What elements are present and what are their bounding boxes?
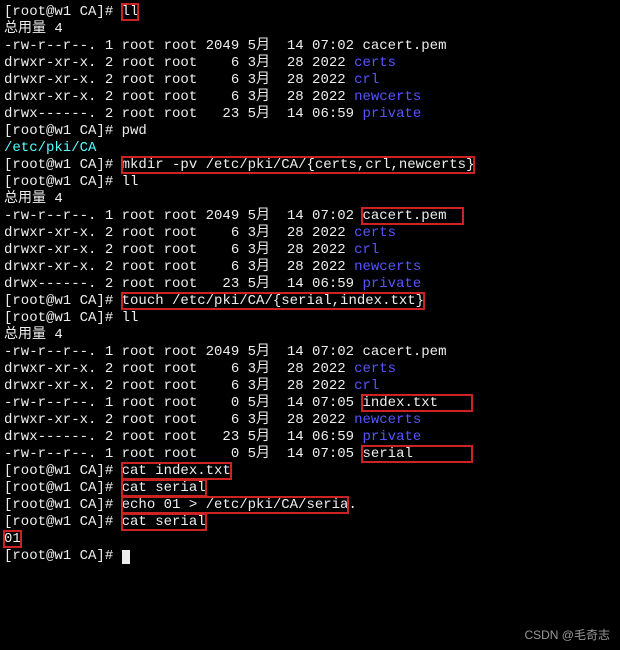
ls-row: drwxr-xr-x. 2 root root 6 3月 28 2022 cer… xyxy=(4,361,616,378)
ls-row: -rw-r--r--. 1 root root 2049 5月 14 07:02… xyxy=(4,38,616,55)
prompt-line: [root@w1 CA]# cat serial xyxy=(4,514,616,531)
file-perms: drwxr-xr-x. 2 root root 6 3月 28 2022 xyxy=(4,412,354,428)
command-extra: . xyxy=(348,497,356,513)
shell-prompt: [root@w1 CA]# xyxy=(4,480,122,496)
file-perms: drwxr-xr-x. 2 root root 6 3月 28 2022 xyxy=(4,225,354,241)
ls-row: -rw-r--r--. 1 root root 2049 5月 14 07:02… xyxy=(4,208,616,225)
file-name: crl xyxy=(354,242,379,258)
ls-row: drwx------. 2 root root 23 5月 14 06:59 p… xyxy=(4,429,616,446)
file-perms: -rw-r--r--. 1 root root 0 5月 14 07:05 xyxy=(4,395,362,411)
shell-prompt: [root@w1 CA]# xyxy=(4,548,122,564)
file-name: certs xyxy=(354,361,396,377)
file-perms: drwxr-xr-x. 2 root root 6 3月 28 2022 xyxy=(4,89,354,105)
cursor[interactable] xyxy=(122,550,130,564)
shell-prompt: [root@w1 CA]# xyxy=(4,514,122,530)
prompt-line: [root@w1 CA]# xyxy=(4,548,616,565)
file-perms: drwx------. 2 root root 23 5月 14 06:59 xyxy=(4,106,362,122)
file-perms: drwx------. 2 root root 23 5月 14 06:59 xyxy=(4,429,362,445)
cmd-touch[interactable]: touch /etc/pki/CA/{serial,index.txt} xyxy=(122,293,424,309)
file-perms: -rw-r--r--. 1 root root 2049 5月 14 07:02 xyxy=(4,208,362,224)
file-name: newcerts xyxy=(354,89,421,105)
prompt-line: [root@w1 CA]# cat serial xyxy=(4,480,616,497)
prompt-line: [root@w1 CA]# cat index.txt xyxy=(4,463,616,480)
file-name: private xyxy=(362,429,421,445)
file-name: certs xyxy=(354,225,396,241)
ls-row: drwx------. 2 root root 23 5月 14 06:59 p… xyxy=(4,106,616,123)
ls-row: drwxr-xr-x. 2 root root 6 3月 28 2022 crl xyxy=(4,378,616,395)
file-perms: drwxr-xr-x. 2 root root 6 3月 28 2022 xyxy=(4,55,354,71)
ls-row: drwxr-xr-x. 2 root root 6 3月 28 2022 cer… xyxy=(4,55,616,72)
file-name: crl xyxy=(354,72,379,88)
ls-row: -rw-r--r--. 1 root root 0 5月 14 07:05 se… xyxy=(4,446,616,463)
cmd-mkdir[interactable]: mkdir -pv /etc/pki/CA/{certs,crl,newcert… xyxy=(122,157,475,173)
cmd-cat-serial[interactable]: cat serial xyxy=(122,514,206,530)
file-perms: -rw-r--r--. 1 root root 2049 5月 14 07:02 xyxy=(4,344,362,360)
file-name: certs xyxy=(354,55,396,71)
total-label: 总用量 4 xyxy=(4,21,63,37)
cmd-ll[interactable]: ll xyxy=(122,4,139,20)
ls-row: drwxr-xr-x. 2 root root 6 3月 28 2022 cer… xyxy=(4,225,616,242)
file-name: private xyxy=(362,106,421,122)
cmd-echo-serial[interactable]: echo 01 > /etc/pki/CA/seria xyxy=(122,497,349,513)
ls-row: -rw-r--r--. 1 root root 0 5月 14 07:05 in… xyxy=(4,395,616,412)
terminal-output: [root@w1 CA]# ll总用量 4-rw-r--r--. 1 root … xyxy=(4,4,616,565)
file-perms: -rw-r--r--. 1 root root 2049 5月 14 07:02 xyxy=(4,38,362,54)
prompt-line: [root@w1 CA]# mkdir -pv /etc/pki/CA/{cer… xyxy=(4,157,616,174)
pwd-output: /etc/pki/CA xyxy=(4,140,96,156)
prompt-line: [root@w1 CA]# pwd xyxy=(4,123,616,140)
shell-prompt: [root@w1 CA]# xyxy=(4,174,122,190)
file-name: cacert.pem xyxy=(362,344,446,360)
prompt-line: [root@w1 CA]# echo 01 > /etc/pki/CA/seri… xyxy=(4,497,616,514)
prompt-line: [root@w1 CA]# ll xyxy=(4,310,616,327)
cmd-cat-serial[interactable]: cat serial xyxy=(122,480,206,496)
file-perms: drwxr-xr-x. 2 root root 6 3月 28 2022 xyxy=(4,361,354,377)
file-name: cacert.pem xyxy=(362,208,463,224)
ls-row: drwxr-xr-x. 2 root root 6 3月 28 2022 new… xyxy=(4,89,616,106)
ls-row: drwxr-xr-x. 2 root root 6 3月 28 2022 crl xyxy=(4,72,616,89)
file-perms: drwxr-xr-x. 2 root root 6 3月 28 2022 xyxy=(4,242,354,258)
cmd-ll[interactable]: ll xyxy=(122,174,139,190)
cmd-pwd[interactable]: pwd xyxy=(122,123,147,139)
total-label: 总用量 4 xyxy=(4,327,63,343)
file-perms: drwx------. 2 root root 23 5月 14 06:59 xyxy=(4,276,362,292)
file-name: private xyxy=(362,276,421,292)
shell-prompt: [root@w1 CA]# xyxy=(4,157,122,173)
watermark: CSDN @毛奇志 xyxy=(524,627,610,644)
file-name: serial xyxy=(362,446,471,462)
file-perms: -rw-r--r--. 1 root root 0 5月 14 07:05 xyxy=(4,446,362,462)
ls-row: drwxr-xr-x. 2 root root 6 3月 28 2022 crl xyxy=(4,242,616,259)
file-perms: drwxr-xr-x. 2 root root 6 3月 28 2022 xyxy=(4,72,354,88)
ls-row: drwxr-xr-x. 2 root root 6 3月 28 2022 new… xyxy=(4,259,616,276)
file-name: cacert.pem xyxy=(362,38,446,54)
shell-prompt: [root@w1 CA]# xyxy=(4,310,122,326)
shell-prompt: [root@w1 CA]# xyxy=(4,293,122,309)
cmd-ll[interactable]: ll xyxy=(122,310,139,326)
file-perms: drwxr-xr-x. 2 root root 6 3月 28 2022 xyxy=(4,378,354,394)
file-name: crl xyxy=(354,378,379,394)
ls-row: -rw-r--r--. 1 root root 2049 5月 14 07:02… xyxy=(4,344,616,361)
file-perms: drwxr-xr-x. 2 root root 6 3月 28 2022 xyxy=(4,259,354,275)
total-label: 总用量 4 xyxy=(4,191,63,207)
cmd-cat-index[interactable]: cat index.txt xyxy=(122,463,231,479)
file-name: newcerts xyxy=(354,259,421,275)
ls-row: drwx------. 2 root root 23 5月 14 06:59 p… xyxy=(4,276,616,293)
shell-prompt: [root@w1 CA]# xyxy=(4,497,122,513)
prompt-line: [root@w1 CA]# ll xyxy=(4,174,616,191)
shell-prompt: [root@w1 CA]# xyxy=(4,463,122,479)
serial-output: 01 xyxy=(4,531,21,547)
shell-prompt: [root@w1 CA]# xyxy=(4,123,122,139)
prompt-line: [root@w1 CA]# touch /etc/pki/CA/{serial,… xyxy=(4,293,616,310)
ls-row: drwxr-xr-x. 2 root root 6 3月 28 2022 new… xyxy=(4,412,616,429)
file-name: index.txt xyxy=(362,395,471,411)
prompt-line: [root@w1 CA]# ll xyxy=(4,4,616,21)
shell-prompt: [root@w1 CA]# xyxy=(4,4,122,20)
file-name: newcerts xyxy=(354,412,421,428)
